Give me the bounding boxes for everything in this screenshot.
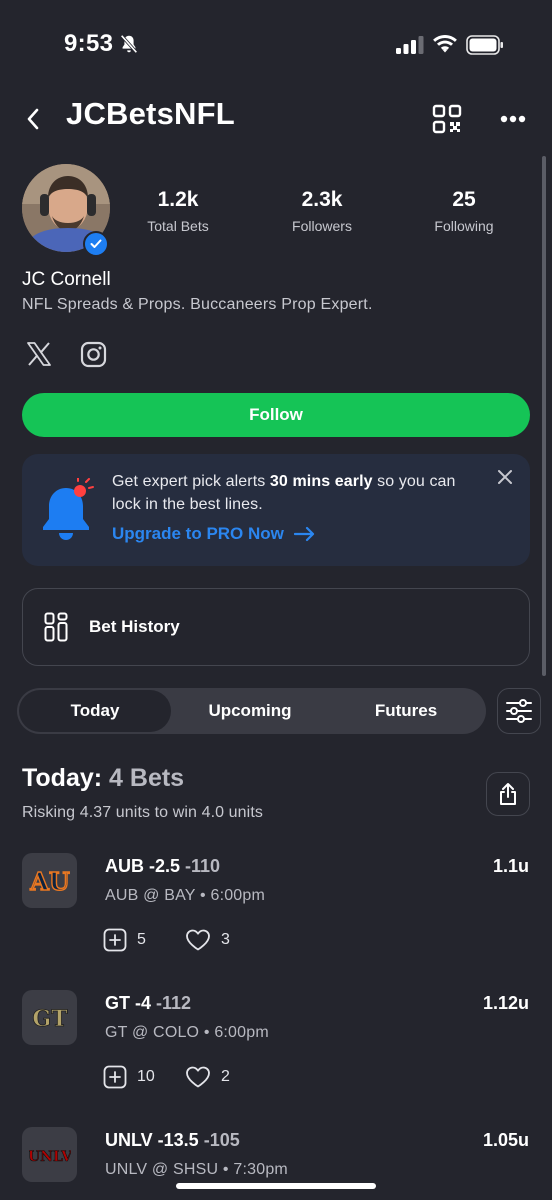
- today-bet-count: 4 Bets: [109, 764, 185, 792]
- bet-units: 1.12u: [482, 993, 529, 1013]
- battery-icon: [466, 35, 503, 55]
- promo-text-start: Get expert pick alerts: [112, 473, 270, 490]
- bet-game-info: UNLV @ SHSU • 7:30pm: [105, 1161, 288, 1178]
- stat-label: Following: [434, 218, 494, 234]
- bet-units: 1.1u: [492, 856, 529, 876]
- verified-badge-icon: [83, 231, 109, 257]
- bet-pick: UNLV -13.5: [105, 1130, 199, 1150]
- stat-value: 25: [452, 188, 476, 211]
- bet-game-info: AUB @ BAY • 6:00pm: [105, 887, 266, 904]
- more-options-button[interactable]: [496, 108, 530, 130]
- bet-time: 6:00pm: [214, 1024, 269, 1041]
- instagram-icon[interactable]: [80, 341, 107, 368]
- stat-label: Followers: [292, 218, 352, 234]
- bet-game-info: GT @ COLO • 6:00pm: [105, 1024, 269, 1041]
- profile-bio: NFL Spreads & Props. Buccaneers Prop Exp…: [22, 296, 373, 313]
- follow-button[interactable]: Follow: [22, 393, 530, 437]
- bet-history-icon: [44, 612, 68, 642]
- bet-game: GT @ COLO: [105, 1024, 200, 1041]
- bet-history-label: Bet History: [89, 617, 180, 636]
- bet-odds: -112: [156, 993, 192, 1013]
- bet-odds: -110: [185, 856, 221, 876]
- filter-button[interactable]: [497, 688, 541, 734]
- share-icon: [500, 783, 516, 805]
- team-logo-text: UNLV: [29, 1149, 71, 1165]
- stat-value: 1.2k: [157, 188, 199, 211]
- bet-time: 6:00pm: [210, 887, 266, 904]
- bet-pick: GT -4: [105, 993, 152, 1013]
- bet-line[interactable]: UNLV -13.5 -105: [105, 1130, 240, 1151]
- promo-text-highlight: 30 mins early: [269, 473, 373, 490]
- wifi-icon: [433, 35, 457, 53]
- status-time: 9:53: [64, 30, 114, 57]
- bet-line[interactable]: AUB -2.5 -110: [105, 856, 220, 877]
- sliders-icon: [506, 699, 532, 723]
- add-tail-icon: [103, 928, 127, 952]
- notification-bell-icon: [43, 478, 94, 540]
- like-button[interactable]: 2: [185, 1065, 230, 1089]
- scrollbar[interactable]: [542, 156, 546, 676]
- bet-game: AUB @ BAY: [105, 887, 196, 904]
- x-twitter-icon[interactable]: [26, 341, 52, 367]
- arrow-right-icon: [293, 526, 315, 542]
- heart-icon: [186, 1066, 210, 1088]
- like-count: 3: [221, 931, 230, 948]
- chevron-left-icon: [27, 108, 39, 130]
- tail-button[interactable]: 10: [103, 1065, 155, 1089]
- stat-label: Total Bets: [147, 218, 209, 234]
- tail-count: 10: [137, 1068, 155, 1085]
- stat-total-bets[interactable]: 1.2k Total Bets: [118, 188, 238, 234]
- bet-units: 1.05u: [482, 1130, 529, 1150]
- add-tail-icon: [103, 1065, 127, 1089]
- tail-button[interactable]: 5: [103, 928, 146, 952]
- share-button[interactable]: [486, 772, 530, 816]
- bell-off-icon: [120, 34, 138, 54]
- tab-today[interactable]: Today: [19, 688, 171, 734]
- cellular-signal-icon: [396, 36, 424, 54]
- profile-name: JC Cornell: [22, 269, 111, 290]
- team-logo-unlv: UNLV: [22, 1127, 77, 1182]
- bet-game: UNLV @ SHSU: [105, 1161, 219, 1178]
- team-logo-auburn: AU: [22, 853, 77, 908]
- bet-line[interactable]: GT -4 -112: [105, 993, 191, 1014]
- bet-time: 7:30pm: [233, 1161, 288, 1178]
- team-logo-text: GT: [32, 1006, 68, 1032]
- like-button[interactable]: 3: [185, 928, 230, 952]
- tail-count: 5: [137, 931, 146, 948]
- stat-following[interactable]: 25 Following: [404, 188, 524, 234]
- back-button[interactable]: [18, 102, 48, 136]
- page-title: JCBetsNFL: [66, 96, 235, 131]
- today-summary: Risking 4.37 units to win 4.0 units: [22, 804, 263, 821]
- close-icon[interactable]: [494, 466, 516, 488]
- team-logo-text: AU: [29, 867, 70, 896]
- team-logo-georgia-tech: GT: [22, 990, 77, 1045]
- like-count: 2: [221, 1068, 230, 1085]
- more-dots-icon: [500, 115, 526, 123]
- stat-value: 2.3k: [301, 188, 343, 211]
- tab-futures[interactable]: Futures: [330, 688, 482, 734]
- today-label: Today:: [22, 764, 103, 792]
- today-heading: Today: 4 Bets: [22, 764, 184, 793]
- bet-odds: -105: [203, 1130, 240, 1150]
- heart-icon: [186, 929, 210, 951]
- upgrade-pro-label: Upgrade to PRO Now: [112, 524, 284, 543]
- promo-text: Get expert pick alerts 30 mins early so …: [112, 470, 482, 516]
- upgrade-pro-link[interactable]: Upgrade to PRO Now: [112, 524, 316, 544]
- tab-upcoming[interactable]: Upcoming: [174, 688, 326, 734]
- stat-followers[interactable]: 2.3k Followers: [262, 188, 382, 234]
- bet-pick: AUB -2.5: [105, 856, 181, 876]
- home-indicator[interactable]: [176, 1183, 376, 1189]
- qr-code-icon[interactable]: [432, 104, 462, 134]
